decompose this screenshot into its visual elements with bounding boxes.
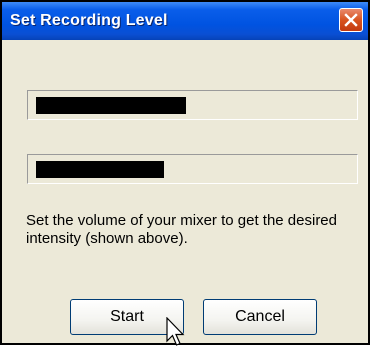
instruction-text: Set the volume of your mixer to get the …: [26, 212, 337, 247]
cancel-button[interactable]: Cancel: [203, 299, 317, 335]
level-meter-fill: [36, 161, 164, 178]
window-title: Set Recording Level: [10, 12, 168, 29]
level-meter-bottom: [27, 154, 358, 184]
title-bar[interactable]: Set Recording Level: [2, 2, 368, 40]
mouse-pointer-icon: [166, 317, 185, 346]
level-meter-fill: [36, 97, 186, 114]
close-button[interactable]: [339, 8, 363, 32]
level-meter-top: [27, 90, 358, 120]
close-icon: [344, 13, 358, 27]
recording-level-dialog: Set Recording Level Set the volume of yo…: [0, 0, 370, 345]
